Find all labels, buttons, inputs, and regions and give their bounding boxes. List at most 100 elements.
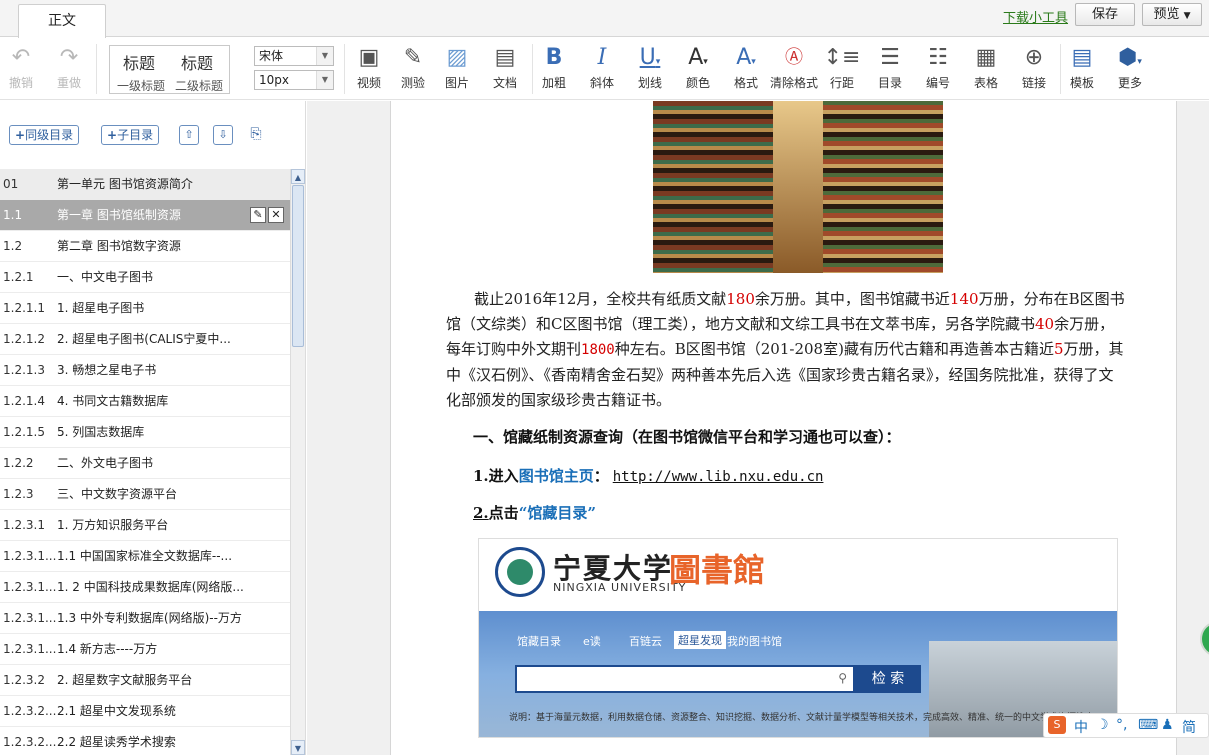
more-button[interactable]: ⬢▾ 更多 <box>1106 42 1154 91</box>
outline-tree: 01 第一单元 图书馆资源简介 1.1 第一章 图书馆纸制资源 ✎ ✕ 1.2 第二章 图书馆… <box>0 169 290 755</box>
catalog-link[interactable]: “馆藏目录” <box>519 504 596 522</box>
format-button[interactable]: A▾ 格式 <box>722 42 770 91</box>
nav-eread[interactable]: e读 <box>583 633 601 649</box>
add-sibling-button[interactable]: +同级目录 <box>9 125 80 145</box>
scroll-thumb[interactable] <box>292 185 304 347</box>
video-button[interactable]: ▣ 视频 <box>345 42 393 91</box>
intro-paragraph: 截止2016年12月，全校共有纸质文献180余万册。其中，图书馆藏书近140万册… <box>446 287 1126 413</box>
link-button[interactable]: ⊕ 链接 <box>1010 42 1058 91</box>
toc-button[interactable]: ☰ 目录 <box>866 42 914 91</box>
outline-item-title: 1. 2 中国科技成果数据库(网络版... <box>57 580 244 594</box>
outline-item[interactable]: 1.2.3.1... 1.1 中国国家标准全文数据库--... <box>0 541 290 572</box>
undo-icon: ↶ <box>11 45 31 70</box>
table-button[interactable]: ▦ 表格 <box>962 42 1010 91</box>
outline-item[interactable]: 1.2.2 二、外文电子图书 <box>0 448 290 479</box>
tab-main-text[interactable]: 正文 <box>18 4 106 38</box>
save-button[interactable]: 保存 <box>1075 3 1135 26</box>
document-page[interactable]: 截止2016年12月，全校共有纸质文献180余万册。其中，图书馆藏书近140万册… <box>390 101 1177 755</box>
tab-bar: 正文 下载小工具 保存 预览 ▼ <box>0 0 1209 38</box>
step-text: 点击 <box>488 504 519 522</box>
outline-item[interactable]: 1.2.1.5 5. 列国志数据库 <box>0 417 290 448</box>
outline-item[interactable]: 1.1 第一章 图书馆纸制资源 ✎ ✕ <box>0 200 290 231</box>
clear-format-icon: Ⓐ <box>785 47 803 68</box>
ime-toolbar[interactable]: S 中 ☽ °, ⌨ ♟ 简 <box>1043 713 1209 738</box>
outline-item-title: 一、中文电子图书 <box>57 270 154 284</box>
outline-item-number: 1.2.3.1... <box>3 549 57 563</box>
underline-button[interactable]: U▾ 划线 <box>626 42 674 91</box>
outline-item[interactable]: 1.2.3.1... 1. 2 中国科技成果数据库(网络版... <box>0 572 290 603</box>
bold-icon: B <box>545 45 563 70</box>
ime-chinese-mode[interactable]: 中 <box>1074 717 1088 737</box>
outline-item[interactable]: 1.2.3.1... 1.4 新方志----万方 <box>0 634 290 665</box>
outline-item[interactable]: 1.2.3 三、中文数字资源平台 <box>0 479 290 510</box>
search-input[interactable]: ⚲ <box>515 665 855 693</box>
outline-item[interactable]: 1.2.3.1 1. 万方知识服务平台 <box>0 510 290 541</box>
outline-scrollbar[interactable]: ▲ ▼ <box>290 169 305 755</box>
italic-button[interactable]: I 斜体 <box>578 42 626 91</box>
underline-label: 划线 <box>637 76 662 90</box>
ime-moon-icon[interactable]: ☽ <box>1096 717 1109 733</box>
search-button[interactable]: 检 索 <box>855 665 921 693</box>
nav-bailian[interactable]: 百链云 <box>629 633 662 649</box>
heading2-button[interactable]: 标题 <box>181 50 213 74</box>
scroll-down-icon[interactable]: ▼ <box>291 740 305 755</box>
quiz-button[interactable]: ✎ 测验 <box>389 42 437 91</box>
outline-item[interactable]: 1.2.1.1 1. 超星电子图书 <box>0 293 290 324</box>
ime-punctuation-icon[interactable]: °, <box>1116 717 1127 733</box>
font-size-value: 10px <box>259 73 289 87</box>
outline-item-title: 2. 超星电子图书(CALIS宁夏中... <box>57 332 231 346</box>
nav-chaoxing[interactable]: 超星发现 <box>674 631 726 649</box>
outline-item-title: 1.3 中外专利数据库(网络版)--万方 <box>57 611 242 625</box>
font-size-select[interactable]: 10px ▼ <box>254 70 334 90</box>
outline-item[interactable]: 1.2.1.3 3. 畅想之星电子书 <box>0 355 290 386</box>
image-button[interactable]: ▨ 图片 <box>433 42 481 91</box>
undo-button[interactable]: ↶ 撤销 <box>0 42 45 91</box>
clear-format-button[interactable]: Ⓐ 清除格式 <box>770 42 818 91</box>
outline-item-number: 1.2.3.2 <box>3 673 45 687</box>
library-homepage-link[interactable]: 图书馆主页 <box>519 467 594 485</box>
outline-item-number: 1.2.3.1... <box>3 611 57 625</box>
nav-my-library[interactable]: 我的图书馆 <box>727 633 782 649</box>
redo-button[interactable]: ↷ 重做 <box>45 42 93 91</box>
ime-user-icon[interactable]: ♟ <box>1161 717 1174 733</box>
outline-item[interactable]: 1.2.3.2 2. 超星数字文献服务平台 <box>0 665 290 696</box>
outline-item[interactable]: 1.2.1.2 2. 超星电子图书(CALIS宁夏中... <box>0 324 290 355</box>
outline-item[interactable]: 1.2.1.4 4. 书同文古籍数据库 <box>0 386 290 417</box>
scroll-up-icon[interactable]: ▲ <box>291 169 305 184</box>
ime-keyboard-icon[interactable]: ⌨ <box>1138 717 1158 733</box>
font-family-select[interactable]: 宋体 ▼ <box>254 46 334 66</box>
outline-item[interactable]: 1.2.3.2... 2.1 超星中文发现系统 <box>0 696 290 727</box>
step-text: 进入 <box>488 467 519 485</box>
line-spacing-button[interactable]: ↕≡ 行距 <box>818 42 866 91</box>
outline-item[interactable]: 01 第一单元 图书馆资源简介 <box>0 169 290 200</box>
ime-simplified-mode[interactable]: 简 <box>1182 717 1196 737</box>
bold-button[interactable]: B 加粗 <box>530 42 578 91</box>
italic-icon: I <box>597 45 607 70</box>
preview-button[interactable]: 预览 ▼ <box>1142 3 1202 26</box>
section-heading: 一、馆藏纸制资源查询（在图书馆微信平台和学习通也可以查）： <box>473 428 901 446</box>
outline-item[interactable]: 1.2.1 一、中文电子图书 <box>0 262 290 293</box>
document-button[interactable]: ▤ 文档 <box>481 42 529 91</box>
add-child-button[interactable]: +子目录 <box>101 125 160 145</box>
library-shelves-image[interactable] <box>653 101 943 273</box>
move-down-icon[interactable]: ⇩ <box>213 125 233 145</box>
outline-item-number: 1.2.3.1... <box>3 642 57 656</box>
side-float-icon[interactable] <box>1200 621 1209 657</box>
outline-item[interactable]: 1.2.3.1... 1.3 中外专利数据库(网络版)--万方 <box>0 603 290 634</box>
divider <box>96 44 97 94</box>
delete-icon[interactable]: ✕ <box>268 207 284 223</box>
template-button[interactable]: ▤ 模板 <box>1058 42 1106 91</box>
heading1-button[interactable]: 标题 <box>123 50 155 74</box>
homepage-url-link[interactable]: http://www.lib.nxu.edu.cn <box>613 469 824 485</box>
nav-catalog[interactable]: 馆藏目录 <box>517 633 561 649</box>
outline-item[interactable]: 1.2.3.2... 2.2 超星读秀学术搜索 <box>0 727 290 755</box>
move-up-icon[interactable]: ⇧ <box>179 125 199 145</box>
color-button[interactable]: A▾ 颜色 <box>674 42 722 91</box>
download-tool-link[interactable]: 下载小工具 <box>1003 7 1068 26</box>
library-homepage-screenshot[interactable]: 宁夏大学 NINGXIA UNIVERSITY 圖書館 馆藏目录 e读 百链云 … <box>478 538 1118 738</box>
numbering-button[interactable]: ☷ 编号 <box>914 42 962 91</box>
heading-selector[interactable]: 标题 标题 一级标题 二级标题 <box>109 45 230 94</box>
edit-icon[interactable]: ✎ <box>250 207 266 223</box>
import-icon[interactable]: ⎘ <box>246 125 266 145</box>
outline-item[interactable]: 1.2 第二章 图书馆数字资源 <box>0 231 290 262</box>
